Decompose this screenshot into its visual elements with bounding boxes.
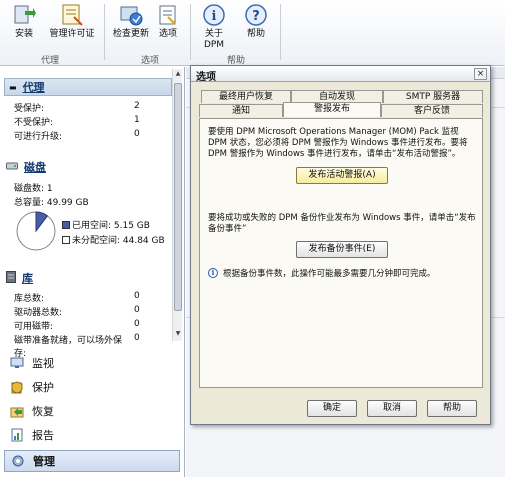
agent-row-protected: 受保护: 2 xyxy=(14,101,140,114)
info-note: i 根据备份事件数，此操作可能最多需要几分钟即可完成。 xyxy=(208,267,476,279)
disk-icon xyxy=(6,161,18,174)
options-icon xyxy=(156,3,180,27)
help-dialog-button[interactable]: 帮助 xyxy=(427,400,477,417)
left-pane-scrollbar[interactable]: ▲ ▼ xyxy=(172,69,182,341)
install-icon xyxy=(12,3,36,27)
management-icon xyxy=(11,454,25,468)
agents-title[interactable]: 代理 xyxy=(23,79,45,95)
library-row-tapes: 可用磁带: 0 xyxy=(14,319,140,332)
tab-end-user-recovery[interactable]: 最终用户恢复 xyxy=(201,90,291,103)
library-row-drives: 驱动器总数: 0 xyxy=(14,305,140,318)
publish-active-alerts-button[interactable]: 发布活动警报(A) xyxy=(296,167,388,184)
disk-total-capacity: 总容量: 49.99 GB xyxy=(14,198,89,208)
alert-publishing-panel: 要使用 DPM Microsoft Operations Manager (MO… xyxy=(199,118,483,388)
nav-recovery[interactable]: 恢复 xyxy=(4,400,180,422)
left-navigation-pane: ▬ 代理 受保护: 2 不受保护: 1 可进行升级: 0 磁盘 磁盘数: 1 总… xyxy=(0,67,185,477)
help-button[interactable]: ? 帮助 xyxy=(234,3,278,40)
collapse-icon[interactable]: ▬ xyxy=(9,83,17,92)
nav-monitoring[interactable]: 监视 xyxy=(4,352,180,374)
disk-usage-pie-chart xyxy=(14,209,58,253)
agent-row-upgradable: 可进行升级: 0 xyxy=(14,129,140,142)
library-icon xyxy=(6,270,16,286)
scroll-down-arrow-icon[interactable]: ▼ xyxy=(174,330,182,340)
svg-text:?: ? xyxy=(252,9,260,24)
ribbon-group-options: 选项 xyxy=(140,56,159,66)
license-icon xyxy=(60,3,84,27)
manage-license-button[interactable]: 管理许可证 xyxy=(42,3,102,40)
reports-icon xyxy=(10,428,24,442)
svg-text:i: i xyxy=(212,9,217,24)
info-icon: i xyxy=(208,268,218,278)
legend-swatch-free xyxy=(62,235,70,244)
close-icon[interactable]: × xyxy=(474,68,487,80)
info-icon: i xyxy=(202,3,226,27)
libraries-title[interactable]: 库 xyxy=(22,270,33,286)
ribbon-separator xyxy=(280,4,281,60)
tab-alert-publishing[interactable]: 警报发布 xyxy=(283,102,381,117)
libraries-section-header[interactable]: 库 xyxy=(6,270,33,286)
agent-row-unprotected: 不受保护: 1 xyxy=(14,115,140,128)
tab-smtp-server[interactable]: SMTP 服务器 xyxy=(383,90,483,103)
legend-swatch-used xyxy=(62,220,70,229)
tab-notification[interactable]: 通知 xyxy=(199,104,283,117)
disks-title[interactable]: 磁盘 xyxy=(24,159,46,175)
agents-section-header[interactable]: ▬ 代理 xyxy=(4,78,172,96)
ok-button[interactable]: 确定 xyxy=(307,400,357,417)
ribbon: 安装 管理许可证 检查更新 选项 i 关于 DPM ? 帮助 代理 选项 帮助 xyxy=(0,0,505,66)
nav-management[interactable]: 管理 xyxy=(4,450,180,472)
protection-icon xyxy=(10,380,24,394)
nav-protection[interactable]: 保护 xyxy=(4,376,180,398)
options-dialog: 选项 × 最终用户恢复 自动发现 SMTP 服务器 通知 警报发布 客户反馈 要… xyxy=(190,65,491,425)
alert-publishing-description: 要使用 DPM Microsoft Operations Manager (MO… xyxy=(208,127,468,159)
library-row-total: 库总数: 0 xyxy=(14,291,140,304)
ribbon-separator xyxy=(190,4,191,60)
dialog-title: 选项 xyxy=(191,66,490,83)
publish-backup-events-button[interactable]: 发布备份事件(E) xyxy=(296,241,388,258)
disk-count: 磁盘数: 1 xyxy=(14,184,53,194)
ribbon-separator xyxy=(104,4,105,60)
legend-free-space: 未分配空间: 44.84 GB xyxy=(62,233,165,246)
legend-used-space: 已用空间: 5.15 GB xyxy=(62,218,150,231)
ribbon-group-agents: 代理 xyxy=(40,56,59,66)
scroll-up-arrow-icon[interactable]: ▲ xyxy=(174,70,182,80)
help-icon: ? xyxy=(244,3,268,27)
scroll-thumb[interactable] xyxy=(174,83,182,311)
nav-reports[interactable]: 报告 xyxy=(4,424,180,446)
options-button[interactable]: 选项 xyxy=(148,3,188,40)
recovery-icon xyxy=(10,404,24,418)
disks-section-header[interactable]: 磁盘 xyxy=(6,159,46,175)
tab-customer-feedback[interactable]: 客户反馈 xyxy=(381,104,483,117)
install-button[interactable]: 安装 xyxy=(2,3,46,40)
about-dpm-button[interactable]: i 关于 DPM xyxy=(192,3,236,51)
check-updates-icon xyxy=(119,3,143,27)
monitor-icon xyxy=(10,356,24,370)
backup-events-description: 要将成功或失败的 DPM 备份作业发布为 Windows 事件，请单击“发布备份… xyxy=(208,213,476,234)
cancel-button[interactable]: 取消 xyxy=(367,400,417,417)
